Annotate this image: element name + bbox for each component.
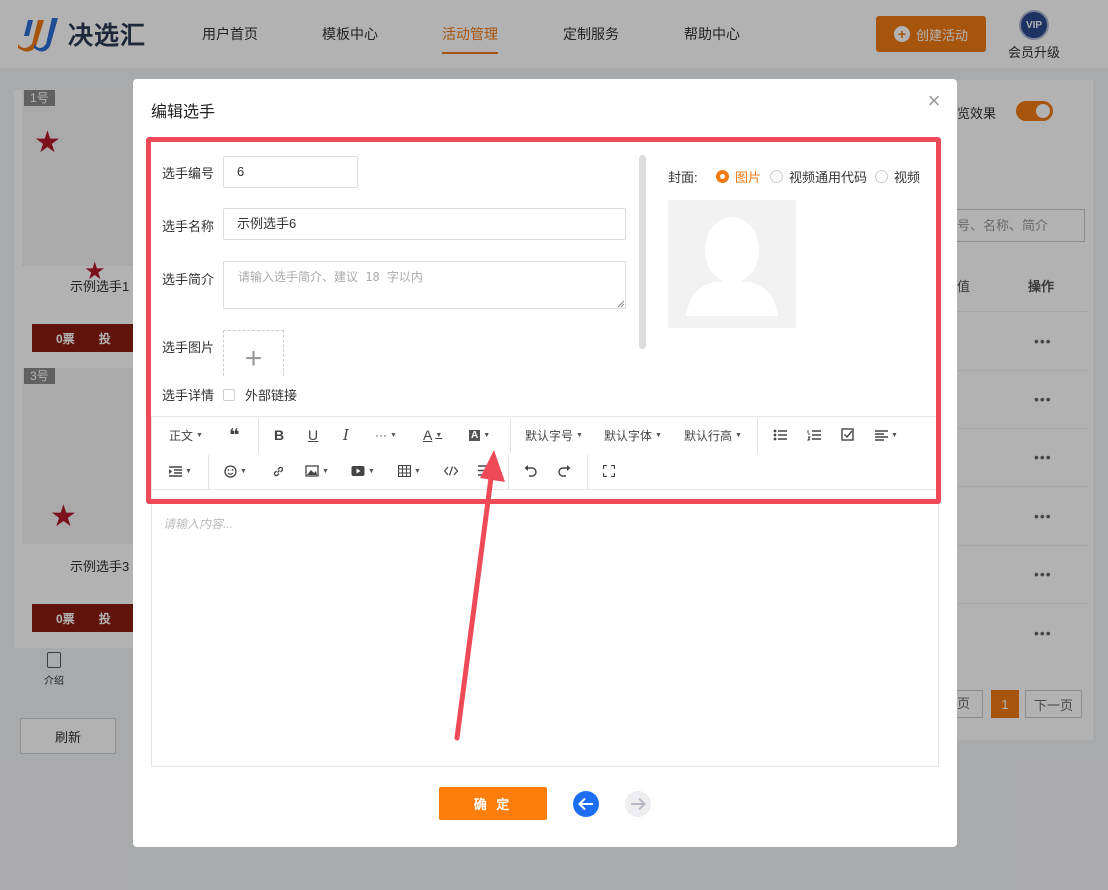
font-color-dropdown[interactable]: A ▼	[423, 425, 442, 445]
video-icon	[351, 466, 365, 476]
user-silhouette-icon	[686, 217, 778, 316]
intro-textarea[interactable]: 请输入选手简介、建议 18 字以内	[223, 261, 626, 309]
font-color-icon: A	[423, 427, 433, 443]
caret-down-icon: ▼	[576, 431, 583, 439]
cover-option-label: 图片	[735, 170, 762, 185]
toolbar-divider	[208, 455, 209, 489]
caret-down-icon: ▼	[655, 431, 662, 439]
caret-down-icon: ▼	[735, 431, 742, 439]
link-icon[interactable]	[272, 465, 285, 478]
caret-down-icon: ▼	[390, 431, 397, 439]
radio-checked-icon	[716, 170, 729, 183]
arrow-left-icon	[578, 797, 593, 811]
cover-option-video-code[interactable]: 视频通用代码	[770, 167, 867, 186]
editor-toolbar: 正文▼ ❝ B U I ···▼ A▼ A▼ 默认字号▼ 默认字体▼	[152, 417, 938, 490]
paragraph-format-label: 正文	[169, 428, 194, 443]
cover-option-label: 视频	[894, 170, 921, 185]
toolbar-divider	[258, 419, 259, 453]
external-link-label: 外部链接	[245, 388, 298, 403]
cover-label: 封面:	[668, 170, 698, 185]
caret-down-icon: ▼	[368, 467, 375, 475]
number-label: 选手编号	[162, 166, 215, 181]
caret-down-icon: ▼	[483, 431, 491, 439]
rich-text-editor: 正文▼ ❝ B U I ···▼ A▼ A▼ 默认字号▼ 默认字体▼	[151, 416, 939, 767]
image-label: 选手图片	[162, 340, 215, 355]
next-contestant-button[interactable]	[625, 791, 651, 817]
name-label: 选手名称	[162, 219, 215, 234]
indent-dropdown[interactable]: ▼	[169, 461, 192, 481]
underline-icon[interactable]: U	[308, 425, 318, 445]
toolbar-divider	[508, 455, 509, 489]
plus-icon: +	[244, 341, 263, 375]
radio-icon	[875, 170, 888, 183]
toolbar-divider	[757, 419, 758, 453]
caret-down-icon: ▼	[240, 467, 247, 475]
toolbar-divider	[510, 419, 511, 453]
paragraph-format-dropdown[interactable]: 正文 ▼	[169, 425, 203, 445]
caret-down-icon: ▼	[322, 467, 329, 475]
italic-icon[interactable]: I	[343, 425, 349, 445]
form-scrollbar[interactable]	[639, 155, 646, 349]
more-styles-dropdown[interactable]: ··· ▼	[375, 425, 397, 445]
detail-label: 选手详情	[162, 388, 215, 403]
resize-grip-icon[interactable]	[617, 300, 625, 308]
name-input[interactable]: 示例选手6	[223, 208, 626, 240]
font-family-dropdown[interactable]: 默认字体 ▼	[604, 425, 662, 445]
code-icon[interactable]	[444, 466, 458, 476]
fullscreen-icon[interactable]	[603, 465, 615, 477]
line-height-dropdown[interactable]: 默认行高 ▼	[684, 425, 742, 445]
line-height-label: 默认行高	[684, 428, 733, 443]
edit-contestant-dialog: 编辑选手 × 选手编号 6 选手名称 示例选手6 选手简介 请输入选手简介、建议…	[133, 79, 957, 847]
caret-down-icon: ▼	[435, 431, 443, 439]
arrow-right-icon	[631, 797, 646, 811]
prev-contestant-button[interactable]	[573, 791, 599, 817]
todo-checkbox-icon[interactable]	[841, 428, 854, 441]
table-dropdown[interactable]: ▼	[398, 461, 421, 481]
quote-icon[interactable]: ❝	[229, 425, 240, 445]
caret-down-icon: ▼	[414, 467, 421, 475]
background-color-icon: A	[469, 429, 481, 441]
redo-icon[interactable]	[558, 464, 571, 477]
cover-image-preview[interactable]	[668, 200, 796, 328]
external-link-checkbox[interactable]	[223, 388, 235, 401]
image-upload-button[interactable]: +	[223, 330, 284, 376]
font-size-dropdown[interactable]: 默认字号 ▼	[525, 425, 583, 445]
caret-down-icon: ▼	[891, 431, 898, 439]
intro-label: 选手简介	[162, 272, 215, 287]
radio-icon	[770, 170, 783, 183]
toolbar-divider	[587, 455, 588, 489]
align-left-icon	[875, 429, 888, 441]
emoji-icon	[224, 464, 237, 478]
image-dropdown[interactable]: ▼	[305, 461, 329, 481]
editor-placeholder[interactable]: 请输入内容...	[163, 515, 233, 532]
font-size-label: 默认字号	[525, 428, 574, 443]
indent-icon	[169, 465, 182, 477]
align-dropdown[interactable]: ▼	[875, 425, 898, 445]
more-icon: ···	[375, 428, 387, 442]
image-icon	[305, 465, 319, 477]
divider-icon[interactable]	[478, 465, 491, 476]
bulleted-list-icon[interactable]	[773, 429, 787, 441]
external-link-option[interactable]: 外部链接	[223, 385, 297, 404]
close-icon[interactable]: ×	[925, 90, 943, 112]
background-color-dropdown[interactable]: A ▼	[469, 425, 490, 445]
number-input[interactable]: 6	[223, 156, 358, 188]
font-family-label: 默认字体	[604, 428, 653, 443]
cover-option-image[interactable]: 图片	[716, 167, 761, 186]
undo-icon[interactable]	[524, 464, 537, 477]
cover-option-video[interactable]: 视频	[875, 167, 920, 186]
numbered-list-icon[interactable]	[807, 429, 821, 441]
confirm-button[interactable]: 确 定	[439, 787, 547, 820]
bold-icon[interactable]: B	[274, 425, 284, 445]
dialog-title: 编辑选手	[151, 104, 216, 121]
video-dropdown[interactable]: ▼	[351, 461, 375, 481]
cover-option-label: 视频通用代码	[789, 170, 868, 185]
emoji-dropdown[interactable]: ▼	[224, 461, 247, 481]
caret-down-icon: ▼	[196, 431, 203, 439]
table-icon	[398, 465, 411, 477]
caret-down-icon: ▼	[185, 467, 192, 475]
